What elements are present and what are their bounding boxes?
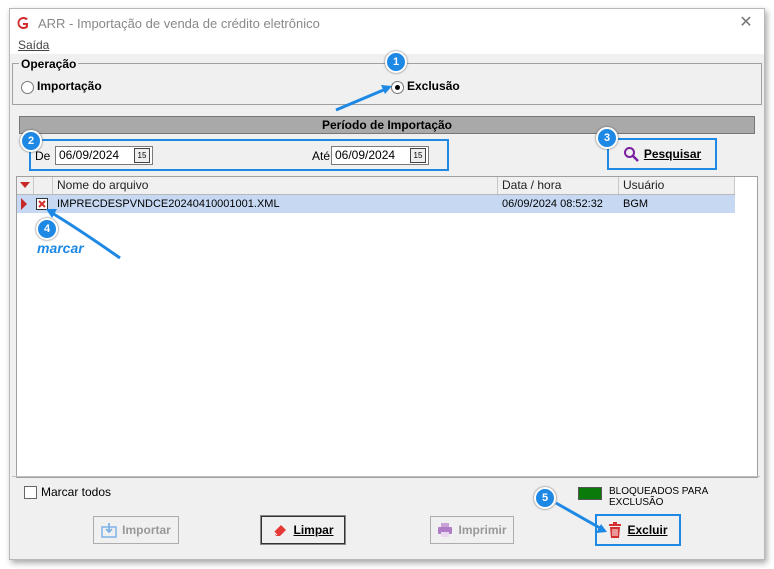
print-button-label: Imprimir	[458, 523, 507, 537]
caret-down-icon	[20, 182, 30, 188]
step-badge-4: 4	[36, 218, 58, 240]
sort-indicator-cell[interactable]	[17, 177, 34, 194]
to-label: Até	[312, 149, 331, 163]
download-icon	[101, 523, 117, 538]
operation-legend: Operação	[19, 57, 79, 71]
row-checkbox[interactable]	[36, 195, 50, 213]
radio-exclusao[interactable]	[391, 81, 404, 94]
checkbox-column-header	[34, 177, 53, 194]
title-bar: ARR - Importação de venda de crédito ele…	[10, 9, 764, 37]
blocked-legend-text: BLOQUEADOS PARA EXCLUSÃO	[609, 486, 708, 508]
eraser-icon	[274, 525, 287, 536]
table-header: Nome do arquivo Data / hora Usuário	[17, 177, 735, 195]
from-date-value: 06/09/2024	[59, 148, 120, 162]
from-label: De	[35, 149, 51, 163]
import-button[interactable]: Importar	[93, 516, 179, 544]
search-icon	[623, 147, 639, 162]
search-button-label: Pesquisar	[643, 147, 702, 161]
delete-button[interactable]: Excluir	[595, 514, 681, 546]
blocked-legend-swatch	[578, 487, 602, 500]
calendar-icon[interactable]: 15	[134, 148, 150, 163]
to-date-value: 06/09/2024	[335, 148, 396, 162]
mark-all-label: Marcar todos	[41, 485, 112, 499]
print-button[interactable]: Imprimir	[430, 516, 514, 544]
table-row[interactable]: IMPRECDESPVNDCE20240410001001.XML 06/09/…	[17, 195, 735, 213]
cell-file-name: IMPRECDESPVNDCE20240410001001.XML	[57, 198, 280, 210]
from-date-field[interactable]: 06/09/2024 15	[55, 146, 153, 165]
app-logo-icon	[17, 17, 28, 29]
files-table: Nome do arquivo Data / hora Usuário IMPR…	[16, 176, 758, 478]
radio-importacao[interactable]	[21, 81, 34, 94]
radio-exclusao-label: Exclusão	[407, 79, 460, 93]
step-badge-5: 5	[534, 487, 556, 509]
period-header: Período de Importação	[19, 116, 755, 134]
marcar-annotation: marcar	[37, 240, 84, 256]
row-indicator	[20, 195, 34, 213]
step-badge-3: 3	[596, 127, 618, 149]
step-badge-2: 2	[20, 130, 42, 152]
to-date-field[interactable]: 06/09/2024 15	[331, 146, 429, 165]
close-button[interactable]: ✕	[736, 13, 756, 33]
checked-x-icon	[36, 198, 48, 210]
window-title: ARR - Importação de venda de crédito ele…	[38, 16, 320, 31]
app-window: ARR - Importação de venda de crédito ele…	[9, 8, 765, 560]
calendar-icon[interactable]: 15	[410, 148, 426, 163]
mark-all-checkbox[interactable]	[24, 486, 37, 499]
row-pointer-icon	[21, 198, 27, 210]
column-datetime[interactable]: Data / hora	[498, 177, 619, 194]
search-button[interactable]: Pesquisar	[607, 138, 717, 170]
clear-button[interactable]: Limpar	[260, 515, 346, 545]
clear-button-label: Limpar	[293, 523, 334, 537]
menu-exit[interactable]: Saída	[18, 38, 49, 52]
menu-bar: Saída	[10, 37, 764, 54]
trash-icon	[609, 522, 622, 538]
cell-user: BGM	[623, 198, 649, 210]
import-button-label: Importar	[122, 523, 171, 537]
printer-icon	[438, 523, 453, 537]
cell-datetime: 06/09/2024 08:52:32	[502, 198, 603, 210]
step-badge-1: 1	[385, 51, 407, 73]
column-user[interactable]: Usuário	[619, 177, 735, 194]
column-file-name[interactable]: Nome do arquivo	[53, 177, 498, 194]
radio-importacao-label: Importação	[37, 79, 102, 93]
bottom-separator	[12, 476, 760, 477]
delete-button-label: Excluir	[627, 523, 668, 537]
